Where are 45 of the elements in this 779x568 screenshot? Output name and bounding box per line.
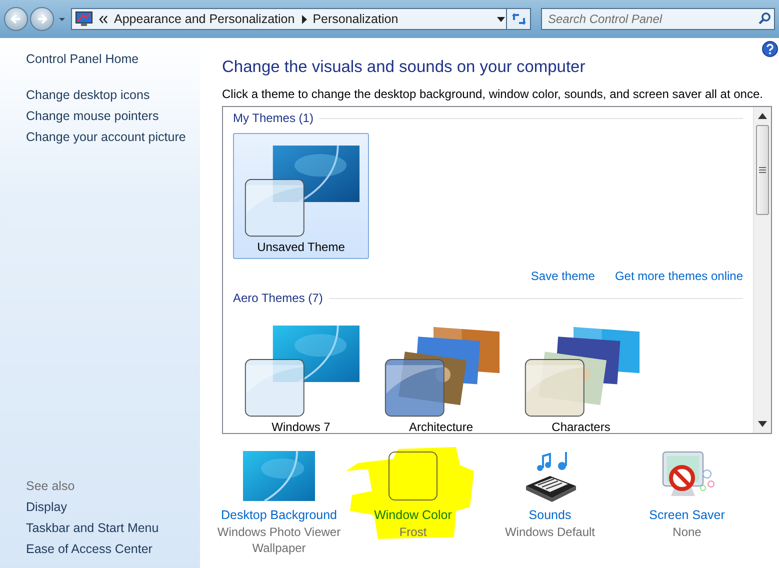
description: Click a theme to change the desktop background, window color, sounds, and screen saver all at once. xyxy=(222,87,764,101)
sidebar-link[interactable]: Change your account picture xyxy=(26,130,186,144)
dropdown-arrow-icon[interactable] xyxy=(496,14,506,24)
sidebar-link[interactable]: Change desktop icons xyxy=(26,88,150,102)
group-heading: My Themes (1) xyxy=(233,111,314,125)
help-icon[interactable] xyxy=(762,41,778,57)
sidebar-link[interactable]: Control Panel Home xyxy=(26,52,139,66)
scroll-up-icon[interactable] xyxy=(758,113,767,119)
page-title: Change the visuals and sounds on your computer xyxy=(222,58,586,77)
link[interactable]: Get more themes online xyxy=(614,269,743,283)
scrollbar[interactable] xyxy=(753,107,771,433)
sidebar-link[interactable]: Taskbar and Start Menu xyxy=(26,521,159,535)
scroll-thumb[interactable] xyxy=(756,125,769,215)
setting-link[interactable]: Desktop Background xyxy=(220,508,338,522)
breadcrumb[interactable]: Appearance and Personalization xyxy=(114,12,295,26)
sidebar-link[interactable]: Ease of Access Center xyxy=(26,542,152,556)
theme-tile[interactable]: Windows 7 xyxy=(233,313,369,433)
setting-value: Windows Default xyxy=(504,525,596,541)
section-heading: See also xyxy=(26,479,76,493)
theme-tile[interactable]: Characters xyxy=(513,313,649,433)
setting-value: Frost xyxy=(398,525,428,541)
link[interactable]: Save theme xyxy=(530,269,595,283)
sidebar-link[interactable]: Change mouse pointers xyxy=(26,109,159,123)
refresh-icon[interactable] xyxy=(510,12,526,26)
refresh-button[interactable] xyxy=(507,8,531,30)
setting-value: Windows Photo Viewer Wallpaper xyxy=(216,525,342,556)
breadcrumb-arrow-icon[interactable] xyxy=(300,14,307,24)
back-button[interactable] xyxy=(4,7,28,31)
theme-tile[interactable]: Unsaved Theme xyxy=(233,133,369,259)
search-icon[interactable] xyxy=(758,12,771,25)
group-heading: Aero Themes (7) xyxy=(233,291,323,305)
control-panel-icon xyxy=(75,11,93,27)
breadcrumb[interactable]: Personalization xyxy=(312,12,398,26)
chevron-icon[interactable] xyxy=(99,14,108,24)
setting-value: None xyxy=(672,525,702,541)
color-swatch[interactable] xyxy=(388,451,438,501)
sidebar-link[interactable]: Display xyxy=(26,500,67,514)
theme-tile[interactable]: Architecture xyxy=(373,313,509,433)
setting-link[interactable]: Sounds xyxy=(528,508,572,522)
forward-button[interactable] xyxy=(30,7,54,31)
address-bar[interactable]: Appearance and Personalization Personalization xyxy=(71,8,507,30)
setting-link[interactable]: Screen Saver xyxy=(649,508,725,522)
search-field[interactable]: Search Control Panel xyxy=(541,8,775,30)
setting-link[interactable]: Window Color xyxy=(374,508,452,522)
scroll-down-icon[interactable] xyxy=(758,421,767,427)
